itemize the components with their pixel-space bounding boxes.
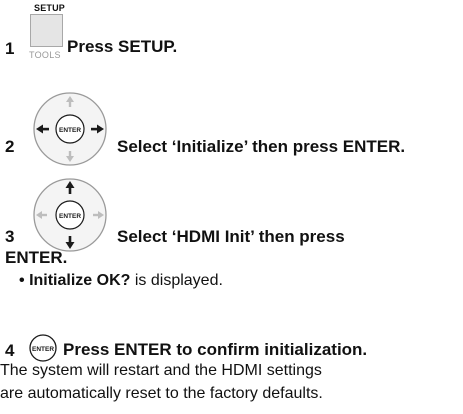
dial-left-right-icon: ENTER	[33, 92, 107, 166]
step-number-3: 3	[5, 227, 15, 246]
dial-center-label: ENTER	[59, 127, 81, 134]
bullet-bold-text: Initialize OK?	[29, 272, 131, 289]
dial-center-label: ENTER	[59, 213, 81, 220]
step-1-text: Press SETUP.	[67, 37, 178, 56]
dial-up-down-icon: ENTER	[33, 178, 107, 252]
bullet-icon: •	[19, 272, 25, 289]
setup-button-icon	[30, 14, 63, 47]
step-number-4: 4	[5, 341, 15, 360]
enter-button-label: ENTER	[32, 346, 54, 353]
step-number-2: 2	[5, 137, 15, 156]
step-4-text: Press ENTER to confirm initialization.	[63, 340, 368, 359]
step-4-description-line2: are automatically reset to the factory d…	[0, 385, 323, 402]
setup-button-caption: SETUP	[34, 3, 66, 13]
step-3-text-line1: Select ‘HDMI Init’ then press	[117, 227, 345, 246]
step-2-text: Select ‘Initialize’ then press ENTER.	[117, 137, 406, 156]
step-number-1: 1	[5, 39, 15, 58]
step-3-text-line2: ENTER.	[5, 248, 68, 267]
enter-button-icon: ENTER	[29, 334, 57, 362]
step-4-description-line1: The system will restart and the HDMI set…	[0, 362, 322, 379]
tools-button-caption: TOOLS	[29, 50, 61, 60]
bullet-rest-text: is displayed.	[134, 272, 223, 289]
step-3-bullet: • Initialize OK? is displayed.	[19, 270, 223, 291]
